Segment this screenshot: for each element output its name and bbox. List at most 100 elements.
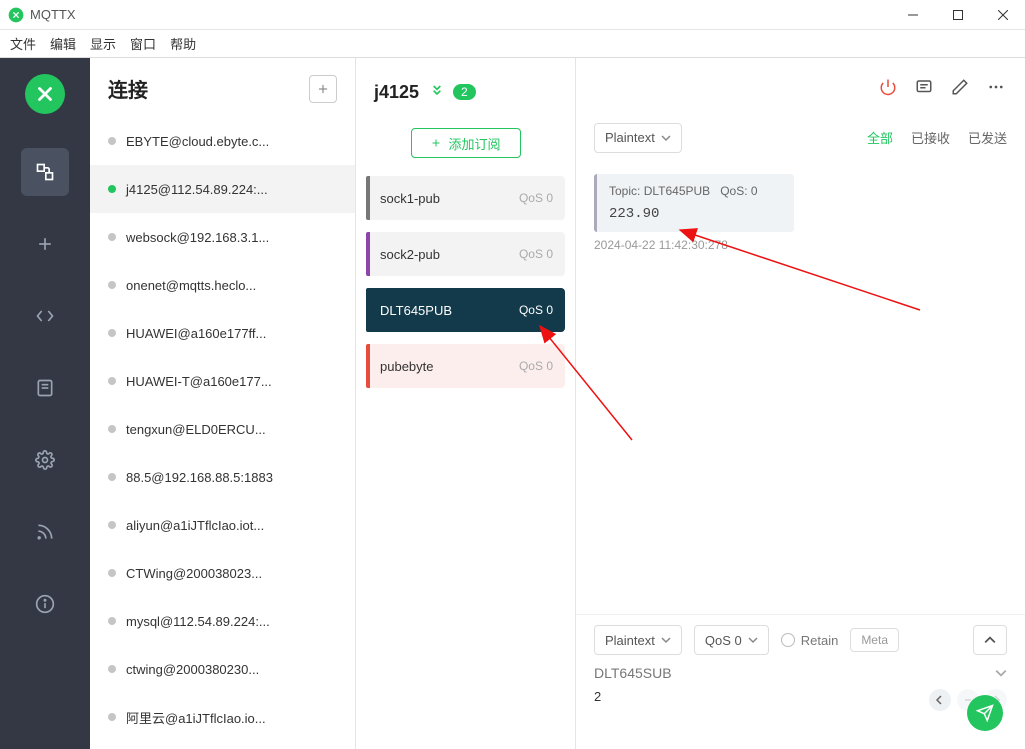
chevron-down-icon[interactable]: [995, 667, 1007, 679]
subscription-item[interactable]: sock2-pub QoS 0: [366, 232, 565, 276]
retain-toggle[interactable]: Retain: [781, 633, 839, 648]
connection-label: websock@192.168.3.1...: [126, 230, 269, 245]
edit-icon[interactable]: [949, 76, 971, 98]
filter-all[interactable]: 全部: [867, 128, 893, 147]
message-value: 223.90: [609, 206, 782, 222]
connection-item[interactable]: EBYTE@cloud.ebyte.c...: [90, 117, 355, 165]
connection-label: ctwing@2000380230...: [126, 662, 259, 677]
subscription-item[interactable]: DLT645PUBQoS 0: [366, 288, 565, 332]
message-format-select[interactable]: Plaintext: [594, 123, 682, 153]
menubar: 文件 编辑 显示 窗口 帮助: [0, 30, 1025, 58]
publish-format-value: Plaintext: [605, 633, 655, 648]
status-dot: [108, 569, 116, 577]
status-dot: [108, 521, 116, 529]
status-dot: [108, 185, 116, 193]
publish-qos-value: QoS 0: [705, 633, 742, 648]
connection-label: EBYTE@cloud.ebyte.c...: [126, 134, 269, 149]
connection-label: HUAWEI@a160e177ff...: [126, 326, 266, 341]
subscription-name: pubebyte: [380, 359, 434, 374]
subscription-qos: QoS 0: [519, 359, 553, 373]
connection-item[interactable]: tengxun@ELD0ERCU...: [90, 405, 355, 453]
menu-window[interactable]: 窗口: [130, 34, 156, 53]
message-format-value: Plaintext: [605, 130, 655, 145]
nav-scripts[interactable]: [21, 292, 69, 340]
connection-item[interactable]: j4125@112.54.89.224:...: [90, 165, 355, 213]
connection-name: j4125: [374, 82, 419, 103]
chevron-down-icon: [661, 635, 671, 645]
connection-item[interactable]: onenet@mqtts.heclo...: [90, 261, 355, 309]
status-dot: [108, 377, 116, 385]
menu-view[interactable]: 显示: [90, 34, 116, 53]
titlebar: MQTTX: [0, 0, 1025, 30]
app-title: MQTTX: [30, 7, 76, 22]
message-card[interactable]: Topic: DLT645PUB QoS: 0 223.90: [594, 174, 794, 232]
subscription-item[interactable]: pubebyte QoS 0: [366, 344, 565, 388]
publish-body-input[interactable]: 2: [594, 689, 601, 749]
nav-feed[interactable]: [21, 508, 69, 556]
add-subscription-label: 添加订阅: [448, 134, 500, 153]
nav-new[interactable]: [21, 220, 69, 268]
filter-sent[interactable]: 已发送: [968, 128, 1007, 147]
disconnect-button[interactable]: [877, 76, 899, 98]
publish-format-select[interactable]: Plaintext: [594, 625, 682, 655]
add-subscription-button[interactable]: 添加订阅: [411, 128, 521, 158]
connection-item[interactable]: websock@192.168.3.1...: [90, 213, 355, 261]
subscriptions-panel: j4125 2 添加订阅 sock1-pubQoS 0sock2-pubQoS …: [356, 58, 576, 749]
topic-color-bar: [366, 176, 370, 220]
collapse-publish-button[interactable]: [973, 625, 1007, 655]
connection-label: HUAWEI-T@a160e177...: [126, 374, 272, 389]
connection-item[interactable]: 阿里云@a1iJTflcIao.io...: [90, 693, 355, 741]
publish-topic-input[interactable]: DLT645SUB: [594, 665, 672, 681]
filter-received[interactable]: 已接收: [911, 128, 950, 147]
window-maximize-button[interactable]: [935, 0, 980, 30]
connections-panel: 连接 EBYTE@cloud.ebyte.c...j4125@112.54.89…: [90, 58, 356, 749]
nav-settings[interactable]: [21, 436, 69, 484]
message-count-badge: 2: [453, 84, 476, 100]
topic-color-bar: [366, 288, 370, 332]
connection-label: mysql@112.54.89.224:...: [126, 614, 270, 629]
left-rail: [0, 58, 90, 749]
meta-label: Meta: [861, 633, 888, 647]
history-prev-button[interactable]: [929, 689, 951, 711]
content-panel: Plaintext 全部 已接收 已发送 Topic: DLT645PUB Qo…: [576, 58, 1025, 749]
chat-icon[interactable]: [913, 76, 935, 98]
connection-item[interactable]: ctwing@2000380230...: [90, 645, 355, 693]
menu-file[interactable]: 文件: [10, 34, 36, 53]
connection-item[interactable]: mysql@112.54.89.224:...: [90, 597, 355, 645]
publish-qos-select[interactable]: QoS 0: [694, 625, 769, 655]
app-brand-icon: [25, 74, 65, 114]
connection-item[interactable]: HUAWEI-T@a160e177...: [90, 357, 355, 405]
connection-label: aliyun@a1iJTflcIao.iot...: [126, 518, 264, 533]
subscription-name: sock1-pub: [380, 191, 440, 206]
meta-button[interactable]: Meta: [850, 628, 899, 652]
more-icon[interactable]: [985, 76, 1007, 98]
connection-label: 88.5@192.168.88.5:1883: [126, 470, 273, 485]
message-qos-prefix: QoS:: [720, 184, 751, 198]
send-button[interactable]: [967, 695, 1003, 731]
connection-item[interactable]: HUAWEI@a160e177ff...: [90, 309, 355, 357]
nav-about[interactable]: [21, 580, 69, 628]
collapse-icon[interactable]: [429, 82, 445, 103]
connection-item[interactable]: 88.5@192.168.88.5:1883: [90, 453, 355, 501]
radio-icon: [781, 633, 795, 647]
nav-log[interactable]: [21, 364, 69, 412]
add-connection-button[interactable]: [309, 75, 337, 103]
window-minimize-button[interactable]: [890, 0, 935, 30]
menu-edit[interactable]: 编辑: [50, 34, 76, 53]
chevron-down-icon: [748, 635, 758, 645]
status-dot: [108, 281, 116, 289]
connection-item[interactable]: aliyun@a1iJTflcIao.iot...: [90, 501, 355, 549]
message-qos: 0: [751, 184, 758, 198]
connection-item[interactable]: CTWing@200038023...: [90, 549, 355, 597]
subscription-qos: QoS 0: [519, 247, 553, 261]
message-time: 2024-04-22 11:42:30:278: [594, 238, 1007, 252]
nav-connections[interactable]: [21, 148, 69, 196]
window-close-button[interactable]: [980, 0, 1025, 30]
topic-color-bar: [366, 344, 370, 388]
menu-help[interactable]: 帮助: [170, 34, 196, 53]
subscription-item[interactable]: sock1-pubQoS 0: [366, 176, 565, 220]
connection-label: tengxun@ELD0ERCU...: [126, 422, 266, 437]
subscription-name: sock2-pub: [380, 247, 440, 262]
status-dot: [108, 665, 116, 673]
message-topic-prefix: Topic:: [609, 184, 644, 198]
